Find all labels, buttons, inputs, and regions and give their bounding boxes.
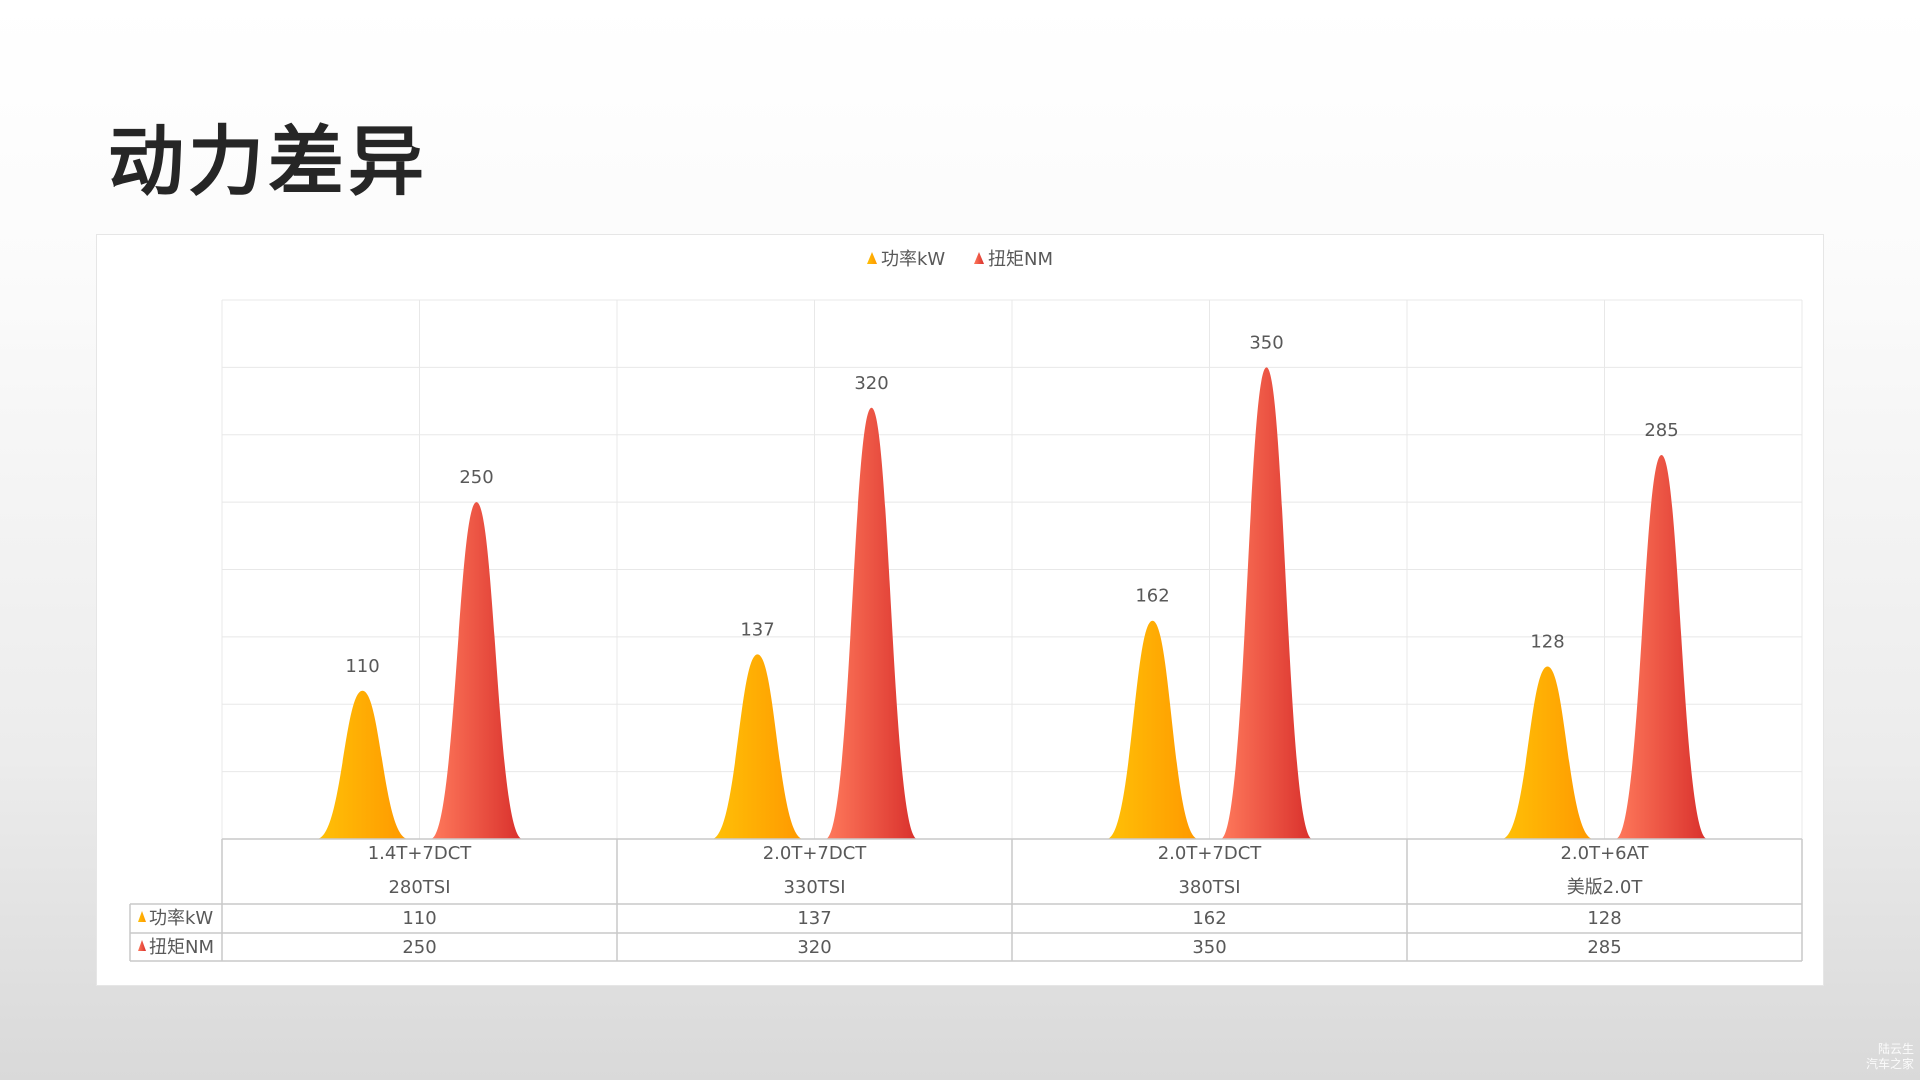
bar-1-3 [1615,454,1708,839]
bar-0-3 [1501,666,1594,839]
table-value-0-1: 137 [797,908,831,929]
legend-label-1: 扭矩NM [988,249,1053,270]
category-label-0-line1: 1.4T+7DCT [368,843,473,864]
data-label-1-0: 250 [459,467,493,488]
watermark-site: 汽车之家 [1865,1057,1914,1071]
bar-1-1 [825,407,918,839]
category-label-0-line2: 280TSI [388,877,450,898]
data-label-1-2: 350 [1249,332,1283,353]
legend-marker-0 [867,252,877,264]
legend-label-0: 功率kW [881,249,945,270]
table-marker-1 [138,940,146,951]
bar-1-0 [430,502,523,839]
table-value-0-0: 110 [402,908,436,929]
category-label-1-line1: 2.0T+7DCT [763,843,868,864]
chart-panel: 功率kW 扭矩NM 110 137 162 128 250 320 350 285 1.4T+7DC… [96,234,1824,986]
category-label-2-line2: 380TSI [1178,877,1240,898]
table-series-label-0: 功率kW [149,908,213,929]
bar-1-2 [1220,367,1313,839]
data-label-1-1: 320 [854,373,888,394]
watermark-author: 陆云生 [1877,1042,1914,1056]
watermark: 陆云生 汽车之家 [1866,1042,1914,1072]
bar-0-2 [1106,620,1199,839]
table-value-1-3: 285 [1587,937,1621,958]
table-marker-0 [138,911,146,922]
table-value-1-0: 250 [402,937,436,958]
legend-marker-1 [974,252,984,264]
data-label-0-0: 110 [345,656,379,677]
data-label-1-3: 285 [1644,420,1678,441]
table-value-1-1: 320 [797,937,831,958]
table-value-1-2: 350 [1192,937,1226,958]
table-value-0-3: 128 [1587,908,1621,929]
bar-0-0 [316,690,409,839]
category-label-1-line2: 330TSI [783,877,845,898]
data-label-0-3: 128 [1530,632,1564,653]
page-title: 动力差异 [108,117,428,206]
table-series-label-1: 扭矩NM [149,937,214,958]
data-label-0-2: 162 [1135,586,1169,607]
category-label-3-line2: 美版2.0T [1567,877,1644,898]
bar-0-1 [711,654,804,839]
category-label-2-line1: 2.0T+7DCT [1158,843,1263,864]
power-torque-chart: 功率kW 扭矩NM 110 137 162 128 250 320 350 285 1.4T+7DC… [129,249,1803,962]
category-label-3-line1: 2.0T+6AT [1560,843,1649,864]
data-label-0-1: 137 [740,619,774,640]
table-value-0-2: 162 [1192,908,1226,929]
